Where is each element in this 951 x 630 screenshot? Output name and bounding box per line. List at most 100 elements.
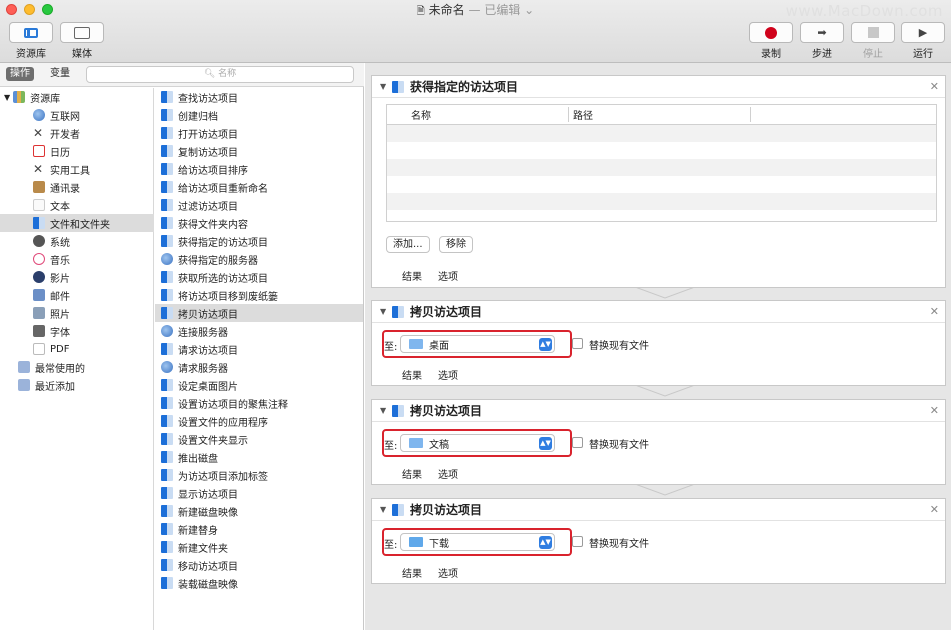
destination-popup[interactable]: 文稿 ▲▼ [400,434,555,452]
action-item[interactable]: 新建文件夹 [155,538,363,556]
system-icon [33,235,45,247]
category-pdf[interactable]: PDF [0,340,154,358]
destination-label: 至: [384,342,398,353]
category-root[interactable]: ▼ 资源库 [4,88,154,106]
table-row [387,193,936,210]
category-system[interactable]: 系统 [0,232,154,250]
action-item-label: 显示访达项目 [178,489,238,501]
category-photos[interactable]: 照片 [0,304,154,322]
library-toggle-label: 资源库 [16,49,46,60]
results-tab[interactable]: 结果 [402,466,422,481]
finder-icon [161,127,173,139]
disclosure-triangle-icon[interactable]: ▼ [380,307,392,316]
action-item[interactable]: 连接服务器 [155,322,363,340]
table-row [387,142,936,159]
category-utilities[interactable]: ✕ 实用工具 [0,160,154,178]
finder-icon [161,415,173,427]
action-item[interactable]: 装载磁盘映像 [155,574,363,592]
action-item[interactable]: 过滤访达项目 [155,196,363,214]
destination-popup[interactable]: 桌面 ▲▼ [400,335,555,353]
action-item[interactable]: 查找访达项目 [155,88,363,106]
close-icon[interactable]: ✕ [930,305,939,318]
category-movies[interactable]: 影片 [0,268,154,286]
action-item[interactable]: 打开访达项目 [155,124,363,142]
action-item[interactable]: 设置文件夹显示 [155,430,363,448]
step-button[interactable]: ➡ [800,22,844,43]
disclosure-triangle-icon[interactable]: ▼ [380,82,392,91]
action-item[interactable]: 获得文件夹内容 [155,214,363,232]
replace-files-checkbox[interactable] [572,338,583,349]
action-item[interactable]: 获取所选的访达项目 [155,268,363,286]
category-fonts[interactable]: 字体 [0,322,154,340]
action-item[interactable]: 移动访达项目 [155,556,363,574]
action-item-label: 复制访达项目 [178,147,238,159]
column-header-path[interactable]: 路径 [569,107,751,122]
close-icon[interactable]: ✕ [930,80,939,93]
category-files-folders[interactable]: 文件和文件夹 [0,214,154,232]
action-item[interactable]: 为访达项目添加标签 [155,466,363,484]
action-item[interactable]: 将访达项目移到废纸篓 [155,286,363,304]
category-internet[interactable]: 互联网 [0,106,154,124]
step-label: 步进 [812,49,832,60]
options-tab[interactable]: 选项 [438,367,458,382]
category-developer[interactable]: ✕ 开发者 [0,124,154,142]
results-tab[interactable]: 结果 [402,268,422,283]
action-item[interactable]: 新建替身 [155,520,363,538]
items-table[interactable]: 名称 路径 [386,104,937,222]
action-item[interactable]: 设定桌面图片 [155,376,363,394]
action-item[interactable]: 请求服务器 [155,358,363,376]
options-tab[interactable]: 选项 [438,466,458,481]
category-music[interactable]: 音乐 [0,250,154,268]
replace-files-checkbox[interactable] [572,536,583,547]
action-item-label: 请求访达项目 [178,345,238,357]
action-item[interactable]: 新建磁盘映像 [155,502,363,520]
action-item[interactable]: 获得指定的访达项目 [155,232,363,250]
results-tab[interactable]: 结果 [402,367,422,382]
stop-button[interactable] [851,22,895,43]
replace-files-checkbox[interactable] [572,437,583,448]
destination-popup[interactable]: 下载 ▲▼ [400,533,555,551]
action-item[interactable]: 复制访达项目 [155,142,363,160]
close-icon[interactable]: ✕ [930,404,939,417]
column-header-name[interactable]: 名称 [387,107,569,122]
media-button[interactable] [60,22,104,43]
finder-icon [161,577,173,589]
finder-icon [161,469,173,481]
action-item[interactable]: 给访达项目排序 [155,160,363,178]
category-text[interactable]: 文本 [0,196,154,214]
action-item[interactable]: 创建归档 [155,106,363,124]
category-most-used[interactable]: 最常使用的 [0,358,154,376]
action-item[interactable]: 给访达项目重新命名 [155,178,363,196]
action-item[interactable]: 推出磁盘 [155,448,363,466]
replace-files-label: 替换现有文件 [589,440,649,451]
action-item[interactable]: 设置访达项目的聚焦注释 [155,394,363,412]
action-item-label: 过滤访达项目 [178,201,238,213]
add-button[interactable]: 添加... [386,236,430,253]
category-contacts[interactable]: 通讯录 [0,178,154,196]
search-input[interactable]: 🔍︎ 名称 [86,66,354,83]
tab-actions[interactable]: 操作 [6,67,34,81]
close-icon[interactable]: ✕ [930,503,939,516]
options-tab[interactable]: 选项 [438,565,458,580]
options-tab[interactable]: 选项 [438,268,458,283]
popup-arrows-icon: ▲▼ [539,536,552,549]
action-item[interactable]: 设置文件的应用程序 [155,412,363,430]
action-card-copy-desktop: ▼ 拷贝访达项目 ✕ 至: 桌面 ▲▼ 替换现有文件 结果 选项 [371,300,946,386]
disclosure-triangle-icon[interactable]: ▼ [380,406,392,415]
remove-button[interactable]: 移除 [439,236,473,253]
results-tab[interactable]: 结果 [402,565,422,580]
category-mail[interactable]: 邮件 [0,286,154,304]
action-item[interactable]: 请求访达项目 [155,340,363,358]
record-button[interactable] [749,22,793,43]
action-item[interactable]: 拷贝访达项目 [155,304,363,322]
category-calendar[interactable]: 日历 [0,142,154,160]
run-button[interactable]: ▶ [901,22,945,43]
category-recently-added[interactable]: 最近添加 [0,376,154,394]
action-item[interactable]: 显示访达项目 [155,484,363,502]
disclosure-triangle-icon[interactable]: ▼ [380,505,392,514]
action-item[interactable]: 获得指定的服务器 [155,250,363,268]
tab-variables[interactable]: 变量 [46,67,74,81]
library-books-icon [13,91,26,103]
library-toggle-button[interactable] [9,22,53,43]
destination-label: 至: [384,540,398,551]
